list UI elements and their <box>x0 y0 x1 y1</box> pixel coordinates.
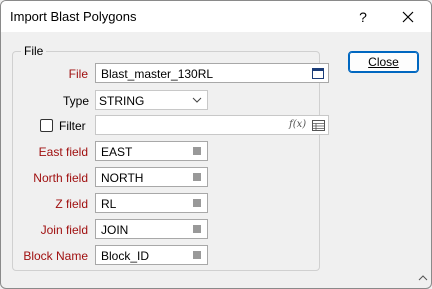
collapse-chevron-icon[interactable] <box>418 274 428 282</box>
filter-input[interactable]: f(x) <box>95 115 329 135</box>
type-select[interactable]: STRING <box>95 90 208 110</box>
type-label: Type <box>62 94 89 108</box>
chevron-down-icon <box>192 97 202 103</box>
function-icon[interactable]: f(x) <box>289 119 306 130</box>
block-name-label: Block Name <box>23 249 88 263</box>
north-field-value: NORTH <box>101 171 144 185</box>
file-input-value: Blast_master_130RL <box>101 67 214 81</box>
block-name-input[interactable]: Block_ID <box>95 245 208 265</box>
file-label: File <box>68 67 88 81</box>
east-field-label: East field <box>38 145 88 159</box>
list-icon[interactable] <box>190 170 204 184</box>
join-field-label: Join field <box>40 223 88 237</box>
close-icon <box>402 11 414 22</box>
east-field-value: EAST <box>101 145 133 159</box>
help-icon: ? <box>359 8 367 25</box>
list-icon[interactable] <box>190 222 204 236</box>
filter-editor-icon[interactable] <box>311 118 325 132</box>
list-icon[interactable] <box>190 144 204 158</box>
close-window-button[interactable] <box>385 1 431 32</box>
close-button[interactable]: Close <box>348 51 419 73</box>
east-field-input[interactable]: EAST <box>95 141 208 161</box>
join-field-value: JOIN <box>101 223 129 237</box>
file-group-legend: File <box>24 44 44 58</box>
north-field-label: North field <box>33 171 88 185</box>
join-field-input[interactable]: JOIN <box>95 219 208 239</box>
block-name-value: Block_ID <box>101 249 150 263</box>
list-icon[interactable] <box>190 248 204 262</box>
dialog-title: Import Blast Polygons <box>10 9 137 24</box>
z-field-input[interactable]: RL <box>95 193 208 213</box>
import-blast-polygons-dialog: Import Blast Polygons ? File File Blast_… <box>0 0 432 289</box>
north-field-input[interactable]: NORTH <box>95 167 208 187</box>
close-button-label: Close <box>368 55 399 69</box>
z-field-value: RL <box>101 197 117 211</box>
browse-file-icon[interactable] <box>311 66 325 80</box>
list-icon[interactable] <box>190 196 204 210</box>
help-button[interactable]: ? <box>340 1 386 32</box>
title-bar: Import Blast Polygons ? <box>1 1 431 32</box>
filter-checkbox[interactable] <box>40 119 53 132</box>
file-input[interactable]: Blast_master_130RL <box>95 63 329 83</box>
z-field-label: Z field <box>55 197 88 211</box>
type-select-value: STRING <box>99 94 145 108</box>
filter-label: Filter <box>59 119 86 133</box>
